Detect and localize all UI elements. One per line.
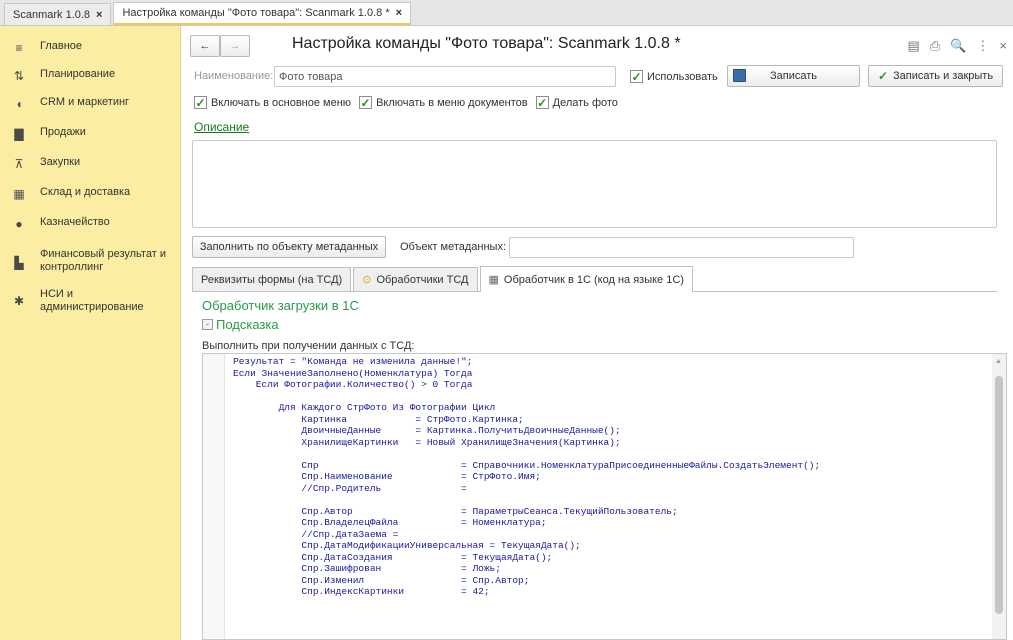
fill-by-metadata-label: Заполнить по объекту метаданных — [199, 241, 379, 253]
sidebar-item-sales[interactable]: ▇ Продажи — [0, 126, 94, 141]
gear-icon: ✱ — [13, 294, 25, 308]
name-value: Фото товара — [279, 70, 343, 83]
code-text: Результат = "Команда не изменила данные!… — [233, 356, 821, 597]
make-photo-checkbox[interactable]: ✓ Делать фото — [535, 95, 618, 110]
form-tabs: Реквизиты формы (на ТСД) ⊙ Обработчики Т… — [192, 266, 997, 292]
collapse-icon: - — [202, 319, 213, 330]
sidebar-item-label: Финансовый результат и контроллинг — [40, 248, 166, 273]
description-textarea[interactable] — [192, 140, 997, 228]
tab-label: Реквизиты формы (на ТСД) — [201, 273, 343, 286]
bag-icon: ▇ — [14, 127, 24, 141]
tab-form-attributes[interactable]: Реквизиты формы (на ТСД) — [192, 267, 352, 291]
top-tab-settings-label: Настройка команды "Фото товара": Scanmar… — [122, 7, 390, 19]
tab-label: Обработчики ТСД — [376, 273, 469, 286]
sidebar-item-label: Продажи — [40, 126, 86, 138]
page-title: Настройка команды "Фото товара": Scanmar… — [292, 35, 681, 52]
sidebar-item-label: Планирование — [40, 68, 116, 80]
handler-icon: ⊙ — [362, 274, 372, 286]
sidebar-item-treasury[interactable]: ● Казначейство — [0, 216, 118, 231]
hint-label: Подсказка — [216, 317, 279, 332]
sidebar: ≡ Главное ⇅ Планирование ◖ CRM и маркети… — [0, 26, 181, 640]
include-main-menu-label: Включать в основное меню — [211, 96, 352, 109]
top-tab-bar: Scanmark 1.0.8 × Настройка команды "Фото… — [0, 0, 1013, 26]
back-button[interactable]: ← — [190, 35, 220, 57]
close-icon[interactable]: × — [999, 38, 1007, 54]
make-photo-label: Делать фото — [552, 96, 618, 109]
warehouse-icon: ▦ — [13, 187, 25, 201]
include-main-menu-checkbox[interactable]: ✓ Включать в основное меню — [194, 96, 351, 109]
top-tab-home-label: Scanmark 1.0.8 — [13, 8, 91, 21]
close-icon[interactable]: × — [396, 7, 402, 19]
sidebar-item-purchases[interactable]: ⊼ Закупки — [0, 156, 88, 171]
save-label: Записать — [769, 70, 817, 82]
module-icon: ▦ — [488, 274, 499, 286]
fill-by-metadata-button[interactable]: Заполнить по объекту метаданных — [192, 236, 386, 258]
code-editor[interactable]: Результат = "Команда не изменила данные!… — [202, 353, 1007, 640]
metadata-label: Объект метаданных: — [400, 241, 507, 253]
arrow-left-icon: ← — [199, 40, 211, 52]
checkmark-icon: ✓ — [359, 95, 373, 110]
chart-icon: ▙ — [14, 256, 24, 270]
more-icon[interactable]: ⋮ — [976, 38, 989, 54]
sidebar-item-label: Казначейство — [40, 216, 110, 228]
code-gutter — [203, 354, 225, 639]
header-tools: ▤ ⎙ 🔍 ⋮ × — [908, 38, 1007, 54]
scrollbar[interactable]: ▲ — [992, 354, 1006, 639]
sidebar-item-label: НСИ и администрирование — [40, 288, 144, 313]
use-checkbox[interactable]: ✓ Использовать — [630, 70, 718, 83]
tab-label: Обработчик в 1С (код на языке 1С) — [503, 273, 684, 286]
planning-icon: ⇅ — [13, 69, 25, 83]
close-icon[interactable]: × — [96, 9, 102, 21]
sidebar-item-label: Главное — [40, 40, 83, 52]
use-label: Использовать — [647, 70, 718, 83]
sidebar-item-label: Закупки — [40, 156, 81, 168]
tab-tsd-handlers[interactable]: ⊙ Обработчики ТСД — [353, 267, 478, 291]
treasury-icon: ● — [15, 217, 23, 231]
scrollbar-thumb[interactable] — [995, 376, 1003, 614]
sidebar-item-main[interactable]: ≡ Главное — [0, 40, 90, 55]
tab-1c-handler[interactable]: ▦ Обработчик в 1С (код на языке 1С) — [479, 266, 693, 292]
checkmark-icon: ✓ — [194, 95, 207, 110]
include-doc-menu-checkbox[interactable]: ✓ Включать в меню документов — [359, 96, 528, 109]
sidebar-item-warehouse[interactable]: ▦ Склад и доставка — [0, 186, 138, 201]
print-icon[interactable]: ⎙ — [930, 38, 940, 54]
sidebar-item-planning[interactable]: ⇅ Планирование — [0, 68, 123, 83]
sidebar-item-admin[interactable]: ✱ НСИ и администрирование — [0, 288, 181, 314]
checkmark-icon: ✓ — [877, 69, 889, 83]
hint-toggle[interactable]: - Подсказка — [202, 317, 279, 332]
name-label: Наименование: — [194, 70, 274, 82]
name-input[interactable]: Фото товара — [274, 66, 616, 87]
metadata-input[interactable] — [509, 237, 854, 258]
sidebar-item-label: CRM и маркетинг — [40, 96, 130, 108]
report-icon[interactable]: ▤ — [908, 38, 920, 54]
forward-button[interactable]: → — [220, 35, 250, 57]
sidebar-item-label: Склад и доставка — [40, 186, 131, 198]
floppy-icon — [733, 69, 746, 82]
sidebar-item-finance[interactable]: ▙ Финансовый результат и контроллинг — [0, 248, 181, 274]
menu-options: ✓ Включать в основное меню ✓ Включать в … — [194, 96, 618, 109]
cart-icon: ⊼ — [14, 157, 24, 171]
handler-title: Обработчик загрузки в 1С — [202, 298, 359, 313]
exec-label: Выполнить при получении данных с ТСД: — [202, 340, 415, 352]
top-tab-settings[interactable]: Настройка команды "Фото товара": Scanmar… — [113, 2, 412, 25]
save-and-close-label: Записать и закрыть — [893, 70, 994, 82]
checkmark-icon: ✓ — [630, 69, 643, 84]
arrow-right-icon: → — [229, 40, 241, 52]
description-link[interactable]: Описание — [194, 120, 249, 134]
scroll-up-icon[interactable]: ▲ — [995, 358, 1002, 365]
preview-icon[interactable]: 🔍 — [950, 38, 966, 54]
save-button[interactable]: Записать — [727, 65, 860, 87]
crm-icon: ◖ — [15, 97, 23, 111]
sidebar-item-crm[interactable]: ◖ CRM и маркетинг — [0, 96, 137, 111]
checkmark-icon: ✓ — [535, 95, 549, 110]
save-and-close-button[interactable]: ✓ Записать и закрыть — [868, 65, 1003, 87]
menu-icon: ≡ — [15, 41, 23, 55]
include-doc-menu-label: Включать в меню документов — [376, 96, 528, 109]
main-panel: ← → Настройка команды "Фото товара": Sca… — [182, 26, 1013, 640]
top-tab-home[interactable]: Scanmark 1.0.8 × — [4, 3, 112, 25]
